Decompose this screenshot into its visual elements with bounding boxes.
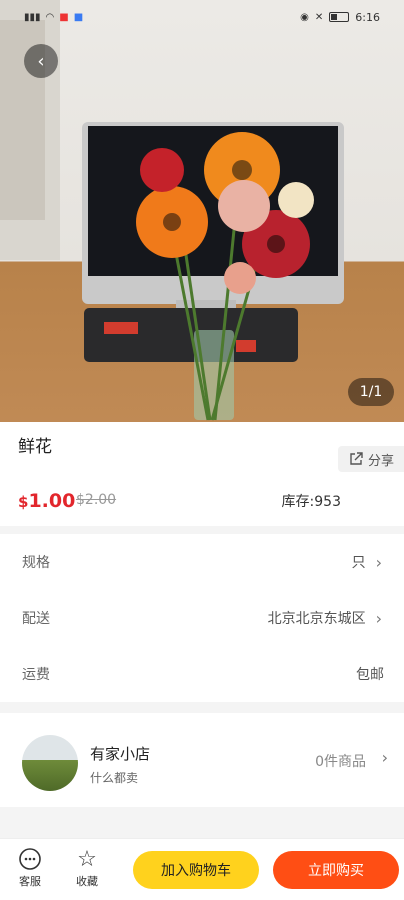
product-info: 鲜花 分享 $1.00 $2.00 库存:953	[0, 422, 404, 526]
buy-now-button[interactable]: 立即购买	[273, 851, 399, 889]
price-symbol: $	[18, 493, 29, 511]
store-card[interactable]: 有家小店 什么都卖 0件商品 ›	[0, 713, 404, 807]
price: $1.00	[18, 490, 75, 512]
notification-icon: ■	[59, 11, 69, 23]
delivery-label: 配送	[22, 611, 50, 627]
original-price: $2.00	[76, 492, 117, 508]
share-label: 分享	[367, 453, 394, 469]
stock-count: 库存:953	[281, 494, 341, 510]
app-notification-icon: ■	[73, 11, 84, 23]
shipping-fee-label: 运费	[22, 667, 50, 683]
shipping-fee-value: 包邮	[356, 667, 384, 683]
store-product-count: 0件商品	[315, 754, 366, 770]
add-to-cart-button[interactable]: 加入购物车	[133, 851, 259, 889]
customer-service-button[interactable]: 客服	[10, 847, 50, 889]
battery-icon	[329, 12, 350, 22]
product-title: 鲜花	[18, 437, 52, 457]
customer-service-label: 客服	[19, 875, 41, 888]
chevron-right-icon: ›	[375, 608, 382, 628]
signal-icon: ▮▮▮	[24, 11, 41, 23]
status-icons-left: ▮▮▮ ◠ ■ ■	[24, 12, 83, 23]
options-card: 规格 只 › 配送 北京北京东城区 › 运费 包邮	[0, 534, 404, 702]
spec-row[interactable]: 规格 只 ›	[0, 534, 404, 590]
spec-label: 规格	[22, 555, 50, 571]
store-avatar	[22, 735, 78, 791]
bottom-action-bar: 客服 ☆ 收藏 加入购物车 立即购买	[0, 838, 404, 900]
star-icon: ☆	[77, 847, 97, 872]
mute-icon: ✕	[314, 11, 324, 23]
status-bar: ▮▮▮ ◠ ■ ■ ◉ ✕ 6:16	[0, 0, 404, 34]
spec-value: 只	[351, 555, 366, 571]
chevron-left-icon: ‹	[37, 50, 45, 72]
store-description: 什么都卖	[90, 771, 139, 785]
delivery-value: 北京北京东城区	[267, 611, 366, 627]
price-value: 1.00	[28, 490, 76, 512]
back-button[interactable]: ‹	[24, 44, 58, 78]
status-icons-right: ◉ ✕ 6:16	[300, 11, 380, 24]
chevron-right-icon: ›	[375, 552, 382, 572]
product-image[interactable]: ▮▮▮ ◠ ■ ■ ◉ ✕ 6:16 ‹ 1/1	[0, 0, 404, 422]
image-counter: 1/1	[348, 378, 394, 406]
share-icon	[350, 452, 363, 465]
chat-bubble-icon	[19, 848, 41, 870]
status-time: 6:16	[355, 10, 380, 24]
share-button[interactable]: 分享	[337, 446, 404, 472]
store-name: 有家小店	[90, 745, 151, 763]
vibrate-icon: ◉	[300, 11, 309, 23]
favorite-label: 收藏	[76, 875, 98, 888]
delivery-row[interactable]: 配送 北京北京东城区 ›	[0, 590, 404, 646]
shipping-fee-row: 运费 包邮	[0, 646, 404, 702]
product-photo	[0, 0, 344, 421]
wifi-icon: ◠	[45, 11, 55, 23]
chevron-right-icon: ›	[381, 748, 388, 767]
favorite-button[interactable]: ☆ 收藏	[67, 847, 107, 889]
